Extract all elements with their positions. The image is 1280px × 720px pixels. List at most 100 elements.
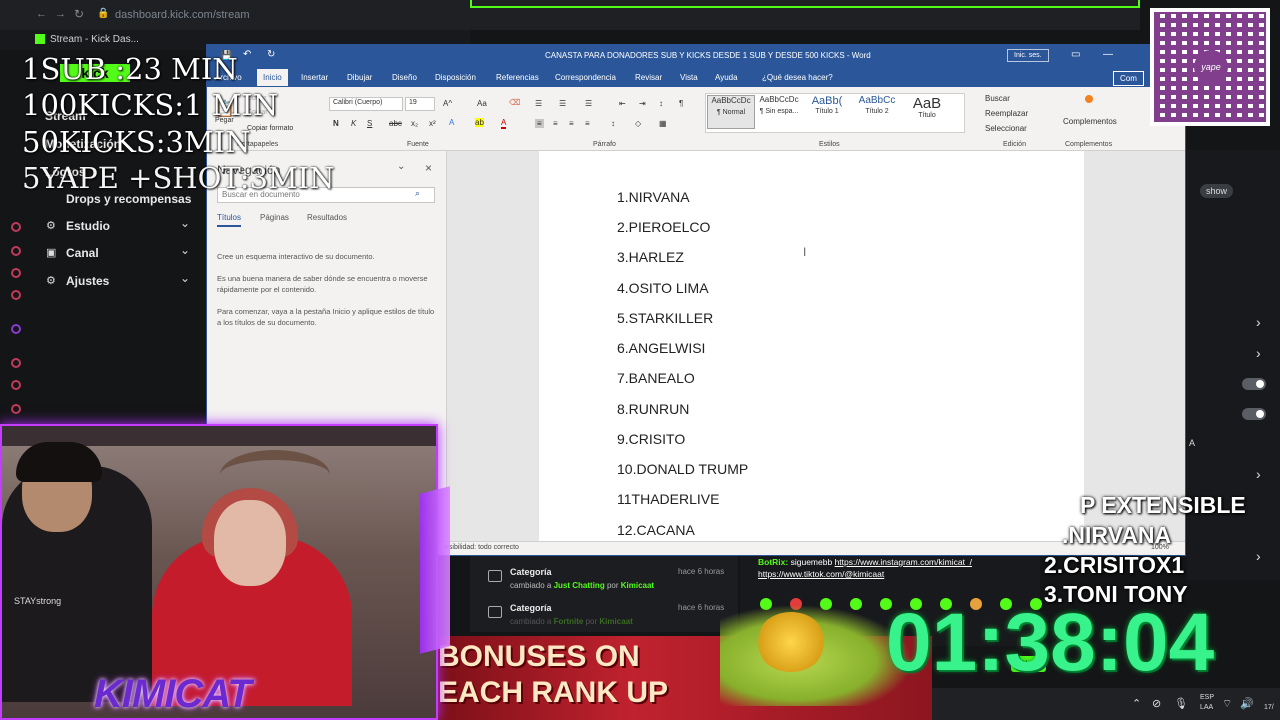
url-bar[interactable]: dashboard.kick.com/stream <box>115 9 250 21</box>
bookmark-kick-dashboard[interactable]: Stream - Kick Das... <box>50 34 139 45</box>
nav-tab-titulos[interactable]: Títulos <box>217 213 242 227</box>
nav-tab-resultados[interactable]: Resultados <box>307 213 347 222</box>
close-icon[interactable]: × <box>425 161 432 175</box>
highlight-icon[interactable]: ab <box>475 118 484 127</box>
language-indicator[interactable]: ESP <box>1200 694 1214 701</box>
ribbon-display-icon[interactable]: ▭ <box>1071 49 1080 60</box>
minimize-icon[interactable]: — <box>1103 49 1113 60</box>
chevron-right-icon[interactable]: › <box>1256 548 1261 564</box>
rail-icon-2[interactable] <box>11 246 21 256</box>
tab-insertar[interactable]: Insertar <box>301 73 328 82</box>
superscript-button[interactable]: x² <box>429 119 436 128</box>
mic-icon[interactable]: 🎙 <box>1174 697 1188 710</box>
tab-inicio[interactable]: Inicio <box>257 69 288 86</box>
document-page[interactable]: 1.NIRVANA 2.PIEROELCO 3.HARLEZ 4.OSITO L… <box>539 151 1084 541</box>
forward-icon[interactable]: → <box>55 8 66 20</box>
tab-ayuda[interactable]: Ayuda <box>715 73 738 82</box>
borders-icon[interactable]: ▦ <box>659 119 667 128</box>
chevron-down-icon[interactable]: ⌄ <box>397 161 405 172</box>
format-painter-button[interactable]: Copiar formato <box>247 125 293 132</box>
style-normal[interactable]: AaBbCcDc ¶ Normal <box>707 95 755 129</box>
tab-disposicion[interactable]: Disposición <box>435 73 476 82</box>
sign-in-button[interactable]: Inic. ses. <box>1007 49 1049 62</box>
rail-icon-5[interactable] <box>11 358 21 368</box>
ajustes-chevron-icon[interactable]: ⌄ <box>180 271 190 285</box>
style-heading2[interactable]: AaBbCc Título 2 <box>853 95 901 129</box>
bold-button[interactable]: N <box>333 119 339 128</box>
chevron-right-icon[interactable]: › <box>1256 466 1261 482</box>
search-icon[interactable]: ⌕ <box>415 188 420 199</box>
decrease-indent-icon[interactable]: ⇤ <box>619 99 626 108</box>
toggle-switch[interactable] <box>1242 378 1266 390</box>
tab-vista[interactable]: Vista <box>680 73 698 82</box>
italic-button[interactable]: K <box>351 119 356 128</box>
numbering-icon[interactable]: ☰ <box>559 99 566 108</box>
sidebar-item-ajustes[interactable]: Ajustes <box>66 274 109 288</box>
style-no-spacing[interactable]: AaBbCcDc ¶ Sin espa... <box>755 95 803 129</box>
tab-referencias[interactable]: Referencias <box>496 73 539 82</box>
sort-icon[interactable]: ↕ <box>659 99 663 108</box>
estudio-chevron-icon[interactable]: ⌄ <box>180 216 190 230</box>
tab-correspondencia[interactable]: Correspondencia <box>555 73 616 82</box>
back-icon[interactable]: ← <box>36 8 47 20</box>
canal-chevron-icon[interactable]: ⌄ <box>180 243 190 257</box>
shading-icon[interactable]: ◇ <box>635 119 641 128</box>
taskbar-date[interactable]: 17/ <box>1264 704 1274 711</box>
grow-font-icon[interactable]: A^ <box>443 99 452 108</box>
rail-icon-7[interactable] <box>11 404 21 414</box>
font-size-select[interactable]: 19 <box>405 97 435 111</box>
align-right-icon[interactable]: ≡ <box>569 119 574 128</box>
wifi-icon[interactable]: ⌔ <box>1222 697 1232 711</box>
accessibility-status[interactable]: esibilidad: todo correcto <box>445 544 519 551</box>
rail-icon-6[interactable] <box>11 380 21 390</box>
font-name-select[interactable]: Calibri (Cuerpo) <box>329 97 403 111</box>
rail-twitch-icon[interactable] <box>11 324 21 334</box>
justify-icon[interactable]: ≡ <box>585 119 590 128</box>
overlay-price-line: 5YAPE +SHOT:3MIN <box>22 161 335 195</box>
chat-username[interactable]: BotRix: <box>758 557 788 567</box>
align-left-icon[interactable]: ≡ <box>535 119 544 128</box>
find-button[interactable]: Buscar <box>985 94 1010 103</box>
tab-dibujar[interactable]: Dibujar <box>347 73 372 82</box>
line-spacing-icon[interactable]: ↕ <box>611 119 615 128</box>
chevron-right-icon[interactable]: › <box>1256 345 1261 361</box>
text-effects-icon[interactable]: A <box>449 118 454 127</box>
volume-icon[interactable]: 🔊 <box>1240 697 1254 710</box>
tray-chevron-icon[interactable]: ⌃ <box>1132 697 1141 710</box>
rail-icon-3[interactable] <box>11 268 21 278</box>
rail-icon-4[interactable] <box>11 290 21 300</box>
bullets-icon[interactable]: ☰ <box>535 99 542 108</box>
tab-diseno[interactable]: Diseño <box>392 73 417 82</box>
underline-button[interactable]: S <box>367 119 372 128</box>
chat-link-tiktok[interactable]: https://www.tiktok.com/@kimicaat <box>758 569 884 579</box>
strikethrough-button[interactable]: abc <box>389 119 402 128</box>
rail-icon-1[interactable] <box>11 222 21 232</box>
network-icon[interactable]: ⊘ <box>1152 697 1161 710</box>
tab-revisar[interactable]: Revisar <box>635 73 662 82</box>
sidebar-item-estudio[interactable]: Estudio <box>66 219 110 233</box>
share-button[interactable]: Com <box>1113 71 1144 86</box>
addins-button[interactable]: Complementos <box>1063 117 1117 126</box>
change-case-icon[interactable]: Aa <box>477 99 487 108</box>
show-chip[interactable]: show <box>1200 184 1234 198</box>
reload-icon[interactable]: ↻ <box>74 7 84 21</box>
align-center-icon[interactable]: ≡ <box>553 119 558 128</box>
increase-indent-icon[interactable]: ⇥ <box>639 99 646 108</box>
font-color-icon[interactable]: A <box>501 118 507 129</box>
subscript-button[interactable]: x₂ <box>411 119 418 128</box>
undo-icon[interactable]: ↶ <box>243 49 251 60</box>
redo-icon[interactable]: ↻ <box>267 49 275 60</box>
chat-link-instagram[interactable]: https://www.instagram.com/kimicat_/ <box>835 557 972 567</box>
replace-button[interactable]: Reemplazar <box>985 109 1028 118</box>
select-button[interactable]: Seleccionar <box>985 124 1027 133</box>
multilevel-icon[interactable]: ☰ <box>585 99 592 108</box>
show-marks-icon[interactable]: ¶ <box>679 99 683 108</box>
toggle-switch[interactable] <box>1242 408 1266 420</box>
chevron-right-icon[interactable]: › <box>1256 314 1261 330</box>
style-heading1[interactable]: AaBb( Título 1 <box>803 95 851 129</box>
style-title[interactable]: AaB Título <box>903 95 951 129</box>
clear-format-icon[interactable]: ⌫ <box>509 98 520 107</box>
sidebar-item-canal[interactable]: Canal <box>66 246 99 260</box>
tell-me-search[interactable]: ¿Qué desea hacer? <box>762 73 833 82</box>
nav-tab-paginas[interactable]: Páginas <box>260 213 289 222</box>
